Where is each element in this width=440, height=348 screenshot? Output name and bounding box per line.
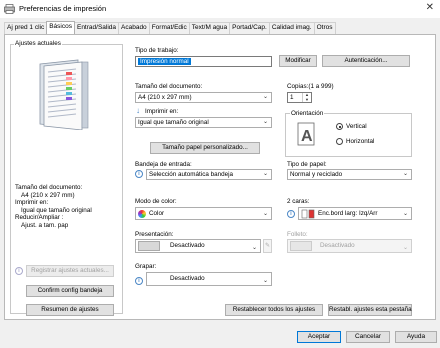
tab-layout[interactable]: Format/Edic (148, 22, 190, 34)
register-settings-button[interactable]: Registrar ajustes actuales... (26, 265, 114, 277)
color-mode-select[interactable]: Color ⌄ (135, 207, 272, 220)
paper-type-label: Tipo de papel: (287, 161, 327, 168)
chevron-down-icon: ⌄ (262, 94, 268, 100)
tab-quality[interactable]: Calidad imag. (268, 22, 315, 34)
duplex-select[interactable]: Enc.bord larg: Izq/Arr ⌄ (298, 207, 412, 220)
authentication-button[interactable]: Autenticación... (322, 55, 410, 67)
chevron-down-icon: ⌄ (262, 171, 268, 177)
doc-size-select[interactable]: A4 (210 x 297 mm) ⌄ (135, 92, 272, 103)
window-title: Preferencias de impresión (19, 4, 107, 13)
current-settings-heading: Ajustes actuales (14, 40, 62, 47)
layout-label: Presentación: (135, 231, 174, 238)
summary-button[interactable]: Resumen de ajustes (26, 304, 114, 316)
document-preview (39, 59, 89, 130)
tab-one-click[interactable]: Aj pred 1 clic (4, 22, 48, 34)
print-on-value: Igual que tamaño original (138, 119, 209, 126)
staple-value: Desactivado (170, 275, 205, 282)
layout-value: Desactivado (170, 242, 205, 249)
chevron-down-icon: ⌄ (402, 171, 408, 177)
duplex-icon (301, 209, 315, 219)
cancel-button[interactable]: Cancelar (346, 331, 390, 343)
info-icon: i (15, 267, 23, 275)
duplex-value: Enc.bord larg: Izq/Arr (318, 210, 378, 217)
chevron-down-icon: ⌄ (262, 211, 268, 217)
tab-basic[interactable]: Básicos (46, 21, 75, 34)
info-icon: i (135, 170, 143, 178)
tray-select[interactable]: Selección automática bandeja ⌄ (146, 169, 272, 180)
job-type-label: Tipo de trabajo: (135, 47, 179, 54)
duplex-label: 2 caras: (287, 198, 310, 205)
booklet-select[interactable]: Desactivado ⌄ (287, 239, 412, 253)
summary-print-on-value: Igual que tamaño original (21, 206, 92, 214)
svg-text:A: A (301, 128, 313, 145)
staple-label: Grapar: (135, 263, 157, 270)
ok-button[interactable]: Aceptar (297, 331, 341, 343)
tab-other[interactable]: Otros (313, 22, 336, 34)
summary-doc-size-label: Tamaño del documento: (15, 184, 83, 191)
doc-size-value: A4 (210 x 297 mm) (138, 94, 192, 101)
copies-value: 1 (290, 94, 294, 101)
staple-select[interactable]: Desactivado ⌄ (146, 272, 272, 286)
info-icon: i (135, 277, 143, 285)
reset-tab-button[interactable]: Restabl. ajustes esta pestaña (328, 304, 412, 316)
copies-stepper[interactable]: ▲ ▼ (302, 92, 311, 102)
tab-input-output[interactable]: Entrad/Salida (73, 22, 120, 34)
tab-cover[interactable]: Portad/Cap. (229, 22, 270, 34)
close-icon[interactable]: ✕ (426, 2, 434, 13)
modify-button[interactable]: Modificar (279, 55, 317, 67)
summary-print-on-label: Imprimir en: (15, 199, 49, 206)
orientation-preview-icon: A (297, 122, 315, 146)
color-wheel-icon (138, 210, 146, 218)
orientation-portrait-label: Vertical (346, 123, 367, 130)
orientation-landscape-label: Horizontal (346, 138, 375, 145)
settings-summary: Tamaño del documento: A4 (210 x 297 mm) … (15, 184, 92, 229)
tray-label: Bandeja de entrada: (135, 161, 192, 168)
orientation-landscape-radio[interactable] (336, 138, 343, 145)
job-type-field[interactable]: Impresión normal (135, 56, 272, 67)
chevron-down-icon: ⌄ (402, 211, 408, 217)
doc-size-label: Tamaño del documento: (135, 83, 203, 90)
help-button[interactable]: Ayuda (395, 331, 437, 343)
chevron-down-icon: ⌄ (251, 245, 257, 251)
chevron-down-icon: ⌄ (402, 245, 408, 251)
paper-type-value: Normal y reciclado (290, 171, 343, 178)
summary-reduce-value: Ajust. a tam. pap (21, 221, 69, 229)
chevron-down-icon: ⌄ (262, 278, 268, 284)
title-bar: Preferencias de impresión ✕ (0, 0, 440, 18)
booklet-preview-icon (290, 241, 312, 251)
arrow-down-icon: ↓ (136, 106, 140, 115)
info-icon: i (287, 210, 295, 218)
color-mode-label: Modo de color: (135, 198, 177, 205)
orientation-portrait-radio[interactable] (336, 123, 343, 130)
orientation-heading: Orientación (290, 110, 325, 117)
summary-reduce-label: Reducir/Ampliar : (15, 214, 64, 221)
print-on-label: Imprimir en: (145, 108, 179, 115)
custom-paper-size-button[interactable]: Tamaño papel personalizado... (150, 142, 260, 154)
paper-type-select[interactable]: Normal y reciclado ⌄ (287, 169, 412, 180)
reset-all-button[interactable]: Restablecer todos los ajustes (225, 304, 323, 316)
tab-bar: Aj pred 1 clic Básicos Entrad/Salida Aca… (4, 21, 336, 34)
pencil-icon[interactable]: ✎ (263, 239, 272, 253)
copies-label: Copias:(1 a 999) (287, 83, 334, 90)
color-mode-value: Color (149, 210, 165, 217)
job-type-value: Impresión normal (138, 58, 191, 65)
booklet-label: Folleto: (287, 231, 308, 238)
summary-doc-size-value: A4 (210 x 297 mm) (21, 191, 75, 199)
booklet-value: Desactivado (320, 242, 355, 249)
confirm-tray-button[interactable]: Confirm config bandeja (26, 285, 114, 297)
layout-preview-icon (138, 241, 160, 251)
tab-watermark[interactable]: Text/M agua (188, 22, 231, 34)
print-on-select[interactable]: Igual que tamaño original ⌄ (135, 117, 272, 128)
tray-value: Selección automática bandeja (149, 171, 234, 178)
tab-finishing[interactable]: Acabado (118, 22, 150, 34)
printer-icon (4, 4, 15, 14)
chevron-down-icon: ⌄ (262, 119, 268, 125)
layout-select[interactable]: Desactivado ⌄ (135, 239, 261, 253)
